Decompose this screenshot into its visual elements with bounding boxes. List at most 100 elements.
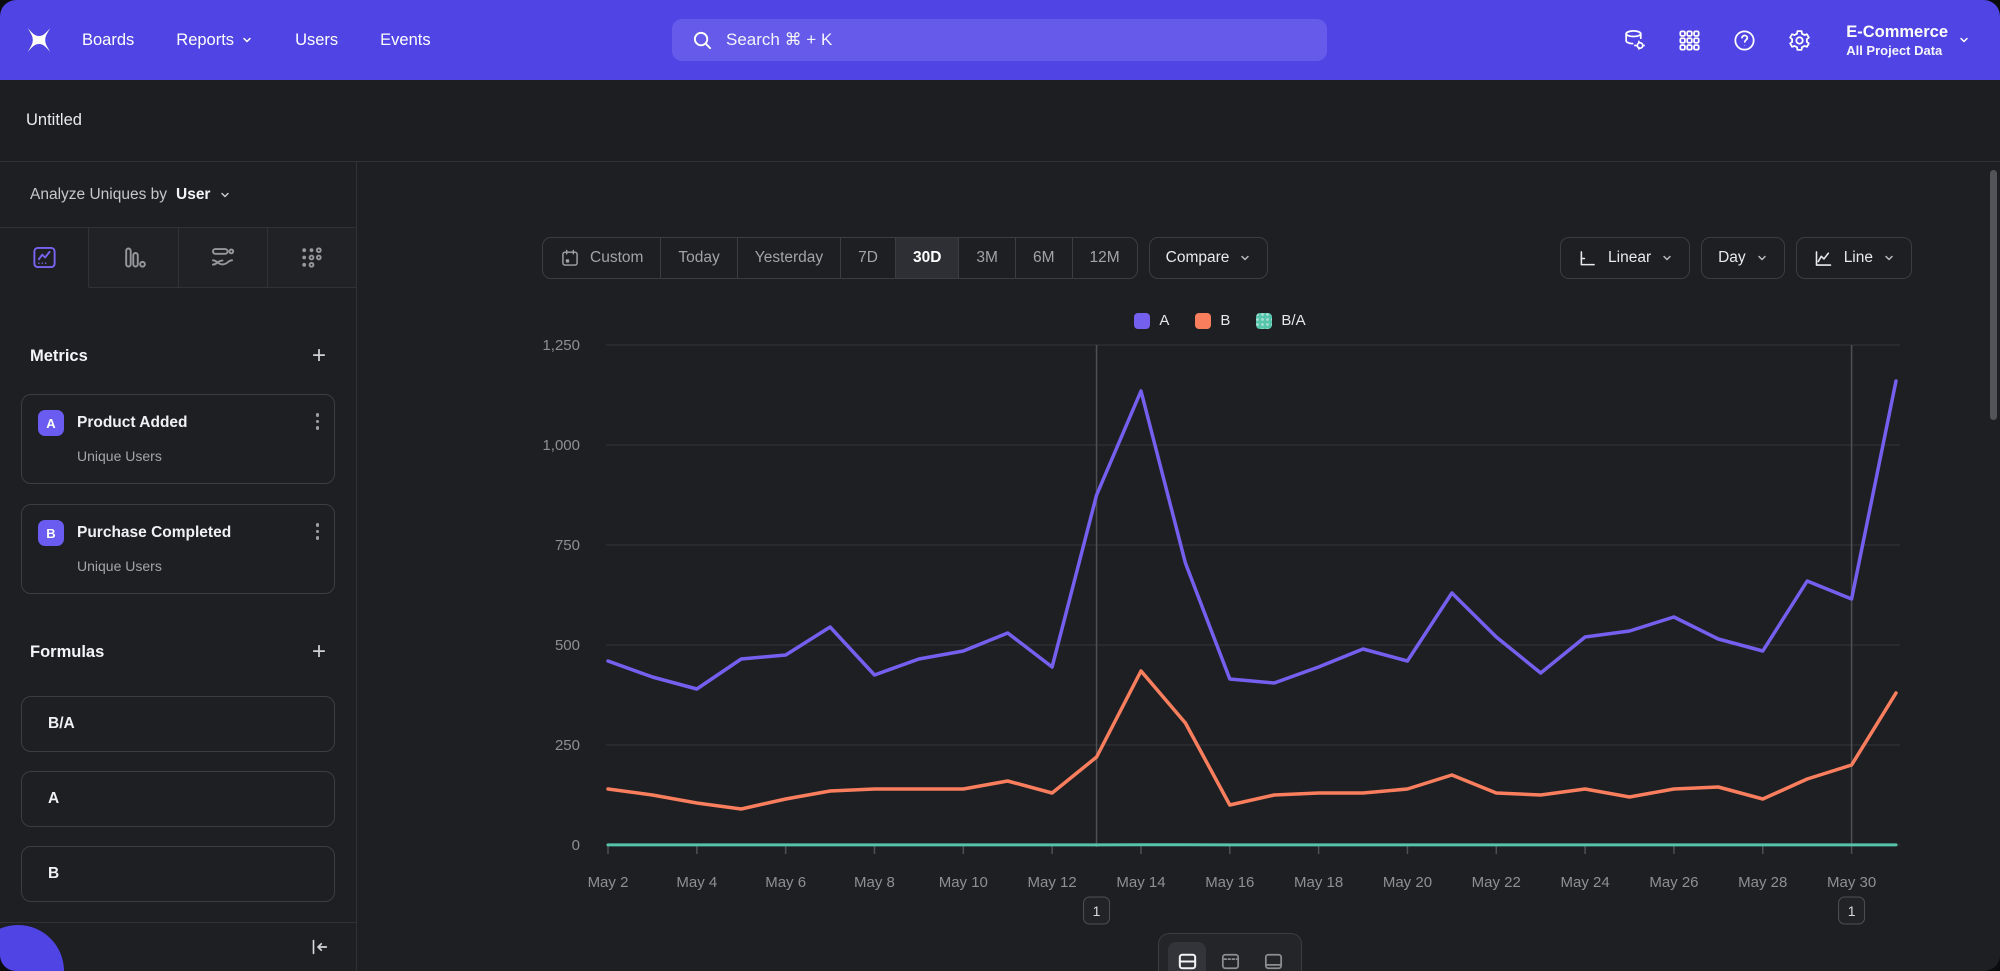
metric-measure[interactable]: Unique Users (77, 448, 318, 464)
svg-text:0: 0 (572, 837, 580, 854)
formula-card-b[interactable]: B (21, 846, 335, 902)
svg-text:250: 250 (555, 737, 580, 754)
metric-measure[interactable]: Unique Users (77, 558, 318, 574)
top-nav: Boards Reports Users Events Search ⌘ + K (0, 0, 2000, 80)
nav-item-reports[interactable]: Reports (176, 31, 253, 50)
project-scope: All Project Data (1846, 43, 1948, 58)
compare-dropdown[interactable]: Compare (1149, 237, 1269, 279)
funnels-bars-icon (120, 244, 147, 271)
layout-table-only-button[interactable] (1254, 942, 1292, 971)
formulas-section-head: Formulas + (30, 640, 326, 664)
visualization-tabs (0, 228, 356, 288)
scale-dropdown[interactable]: Linear (1560, 237, 1690, 279)
range-label: 12M (1090, 249, 1120, 267)
trend-chart: 02505007501,0001,250May 2May 4May 6May 8… (540, 330, 1960, 930)
metric-options-kebab-icon[interactable] (316, 413, 320, 430)
svg-text:May 26: May 26 (1649, 874, 1698, 891)
metric-card-a[interactable]: A Product Added Unique Users (21, 394, 335, 484)
layout-table-only-icon (1262, 950, 1285, 971)
scale-label: Linear (1608, 249, 1651, 267)
range-label: 6M (1033, 249, 1055, 267)
flows-icon (209, 244, 236, 271)
tab-retention[interactable] (268, 228, 356, 288)
chart-options-toolbar: Linear Day Line (1560, 237, 1912, 279)
nav-item-label: Users (295, 31, 338, 50)
analyze-header: Analyze Uniques by User (0, 162, 356, 228)
range-custom[interactable]: Custom (543, 238, 661, 278)
range-label: 7D (858, 249, 878, 267)
tab-funnels[interactable] (89, 228, 178, 288)
chart-panel: Custom Today Yesterday 7D 30D 3M 6M 12M … (357, 162, 2000, 971)
add-metric-button[interactable]: + (312, 344, 326, 368)
range-today[interactable]: Today (661, 238, 737, 278)
nav-item-events[interactable]: Events (380, 31, 430, 50)
legend-item-a[interactable]: A (1134, 312, 1169, 329)
range-label: Today (678, 249, 719, 267)
range-30d[interactable]: 30D (896, 238, 959, 278)
vertical-scrollbar[interactable] (1990, 170, 1997, 420)
svg-text:May 20: May 20 (1383, 874, 1432, 891)
project-name: E-Commerce (1846, 22, 1948, 43)
formula-card-a[interactable]: A (21, 771, 335, 827)
svg-text:May 2: May 2 (588, 874, 629, 891)
range-6m[interactable]: 6M (1016, 238, 1073, 278)
line-chart-icon (1813, 248, 1834, 269)
legend-swatch-b (1195, 313, 1211, 329)
metric-card-b[interactable]: B Purchase Completed Unique Users (21, 504, 335, 594)
interval-dropdown[interactable]: Day (1701, 237, 1785, 279)
project-switcher[interactable]: E-Commerce All Project Data (1846, 22, 1970, 58)
range-3m[interactable]: 3M (959, 238, 1016, 278)
date-range-toolbar: Custom Today Yesterday 7D 30D 3M 6M 12M … (542, 237, 1268, 279)
formulas-heading: Formulas (30, 643, 104, 662)
chart-type-dropdown[interactable]: Line (1796, 237, 1912, 279)
chevron-down-icon (1958, 34, 1970, 46)
range-label: 30D (913, 249, 941, 267)
search-placeholder: Search ⌘ + K (726, 30, 832, 50)
legend-swatch-a (1134, 313, 1150, 329)
svg-text:May 10: May 10 (939, 874, 988, 891)
search-input[interactable]: Search ⌘ + K (672, 19, 1327, 61)
range-7d[interactable]: 7D (841, 238, 896, 278)
metric-name: Purchase Completed (77, 524, 231, 542)
help-icon[interactable] (1732, 28, 1757, 53)
svg-text:May 30: May 30 (1827, 874, 1876, 891)
nav-item-users[interactable]: Users (295, 31, 338, 50)
metric-options-kebab-icon[interactable] (316, 523, 320, 540)
layout-chart-only-button[interactable] (1211, 942, 1249, 971)
metric-badge-b: B (38, 520, 64, 546)
analyze-value-dropdown[interactable]: User (176, 186, 210, 204)
apps-grid-icon[interactable] (1677, 28, 1702, 53)
mixpanel-logo-icon[interactable] (24, 25, 54, 55)
tab-flows[interactable] (179, 228, 268, 288)
settings-gear-icon[interactable] (1787, 28, 1812, 53)
nav-item-label: Reports (176, 31, 234, 50)
report-title-bar: Untitled Save (0, 80, 2000, 162)
chevron-down-icon (1661, 252, 1673, 264)
metric-badge-a: A (38, 410, 64, 436)
trend-chart-area[interactable]: 02505007501,0001,250May 2May 4May 6May 8… (540, 330, 1960, 930)
chart-legend: A B B/A (540, 312, 1900, 329)
chevron-down-icon (1883, 252, 1895, 264)
nav-item-boards[interactable]: Boards (82, 31, 134, 50)
range-label: 3M (976, 249, 998, 267)
calendar-icon (560, 248, 580, 268)
tab-insights[interactable] (0, 228, 89, 288)
metric-name: Product Added (77, 414, 188, 432)
formula-card-ba[interactable]: B/A (21, 696, 335, 752)
svg-text:1,250: 1,250 (542, 337, 580, 354)
chevron-down-icon (219, 189, 231, 201)
data-management-icon[interactable] (1622, 28, 1647, 53)
svg-text:May 22: May 22 (1472, 874, 1521, 891)
chevron-down-icon (1756, 252, 1768, 264)
range-yesterday[interactable]: Yesterday (738, 238, 841, 278)
legend-item-b[interactable]: B (1195, 312, 1230, 329)
report-title[interactable]: Untitled (26, 111, 82, 130)
legend-item-ba[interactable]: B/A (1256, 312, 1305, 329)
collapse-sidebar-icon[interactable] (308, 936, 330, 958)
svg-text:May 6: May 6 (765, 874, 806, 891)
add-formula-button[interactable]: + (312, 640, 326, 664)
layout-split-button[interactable] (1168, 942, 1206, 971)
range-12m[interactable]: 12M (1073, 238, 1137, 278)
top-nav-right: E-Commerce All Project Data (1622, 0, 1970, 80)
workspace: Analyze Uniques by User (0, 162, 2000, 971)
